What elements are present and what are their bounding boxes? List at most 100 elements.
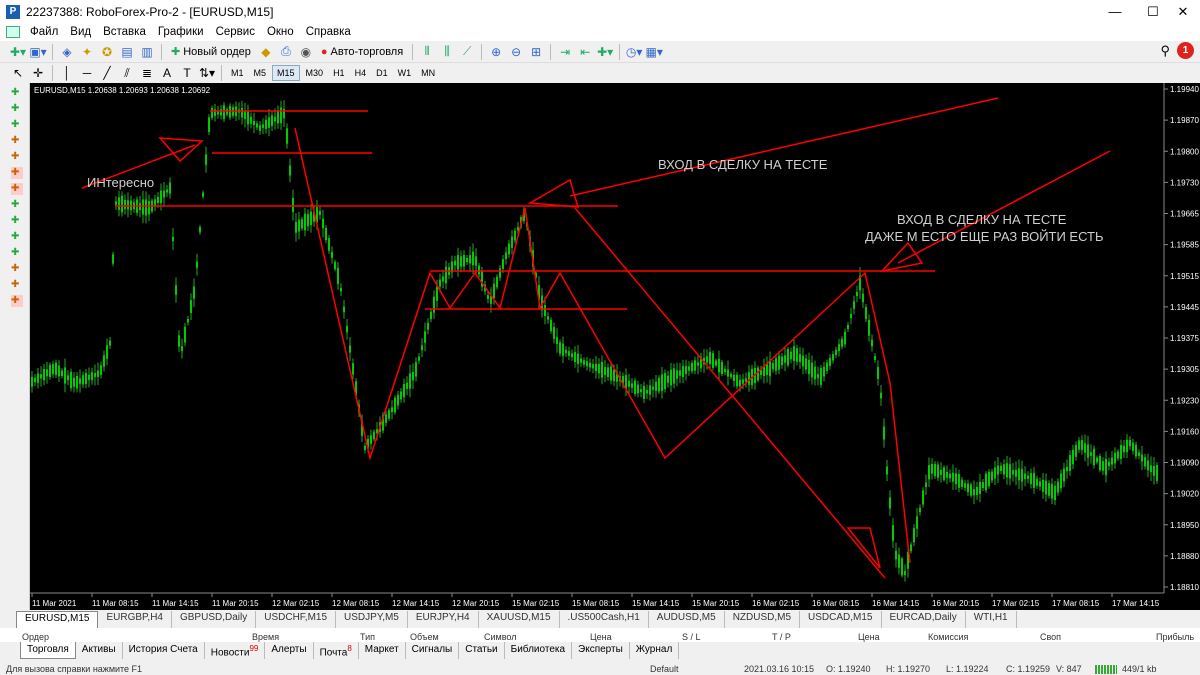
crosshair-icon[interactable]: ✛ [29,64,47,82]
profiles-icon[interactable]: ▣▾ [29,43,47,61]
column-commission[interactable]: Комиссия [928,632,968,642]
column-current-price[interactable]: Цена [858,632,880,642]
chart-tab[interactable]: EURUSD,M15 [16,611,99,628]
zoom-in-icon[interactable]: ⊕ [487,43,505,61]
tile-windows-icon[interactable]: ⊞ [527,43,545,61]
menu-help[interactable]: Справка [300,26,357,38]
plus-icon[interactable]: ✚ [11,247,23,259]
column-sl[interactable]: S / L [682,632,701,642]
meta-editor-icon[interactable]: ◆ [257,43,275,61]
chart-tab[interactable]: EURCAD,Daily [882,611,966,628]
terminal-tab[interactable]: Почта8 [314,642,359,659]
line-chart-icon[interactable]: ⟋ [458,43,476,61]
terminal-tab[interactable]: Торговля [20,642,76,659]
column-profit[interactable]: Прибыль [1156,632,1194,642]
chart-tab[interactable]: EURJPY,H4 [408,611,479,628]
timeframe-m1[interactable]: M1 [227,66,248,80]
trendline-icon[interactable]: ╱ [98,64,116,82]
terminal-tab[interactable]: Маркет [359,642,406,659]
timeframe-w1[interactable]: W1 [394,66,416,80]
column-order[interactable]: Ордер [22,632,49,642]
cursor-icon[interactable]: ↖ [9,64,27,82]
terminal-tab[interactable]: История Счета [123,642,205,659]
menu-window[interactable]: Окно [261,26,300,38]
timeframe-mn[interactable]: MN [417,66,439,80]
chart-canvas[interactable]: 1.19940 1.19870 1.19800 1.19730 1.19665 1.195… [30,83,1200,610]
chart-window-icon[interactable] [6,26,20,38]
chart-tab[interactable]: GBPUSD,Daily [172,611,257,628]
column-tp[interactable]: T / P [772,632,791,642]
chart-shift-icon[interactable]: ⇤ [576,43,594,61]
column-price[interactable]: Цена [590,632,612,642]
terminal-tab[interactable]: Журнал [630,642,680,659]
market-watch-icon[interactable]: ◈ [58,43,76,61]
plus-icon[interactable]: ✚ [11,167,23,179]
terminal-tab[interactable]: Статьи [459,642,505,659]
plus-icon[interactable]: ✚ [11,263,23,275]
notification-badge[interactable]: 1 [1177,42,1194,59]
timeframe-m15[interactable]: M15 [272,65,300,81]
plus-icon[interactable]: ✚ [11,215,23,227]
candles-icon[interactable]: ⫼ [438,43,456,61]
text-label-icon[interactable]: T [178,64,196,82]
chart-tab[interactable]: AUDUSD,M5 [649,611,725,628]
terminal-tab[interactable]: Библиотека [505,642,573,659]
chart-tab[interactable]: NZDUSD,M5 [725,611,801,628]
menu-insert[interactable]: Вставка [97,26,152,38]
menu-charts[interactable]: Графики [152,26,210,38]
plus-icon[interactable]: ✚ [11,199,23,211]
column-type[interactable]: Тип [360,632,375,642]
tester-icon[interactable]: ▥ [138,43,156,61]
column-volume[interactable]: Объем [410,632,439,642]
column-symbol[interactable]: Символ [484,632,516,642]
arrows-icon[interactable]: ⇅▾ [198,64,216,82]
timeframe-d1[interactable]: D1 [372,66,392,80]
new-order-button[interactable]: ✚ Новый ордер [167,43,255,61]
vertical-line-icon[interactable]: │ [58,64,76,82]
timeframe-m5[interactable]: M5 [250,66,271,80]
periods-icon[interactable]: ◷▾ [625,43,643,61]
timeframe-m30[interactable]: M30 [302,66,328,80]
chart-tab[interactable]: USDCAD,M15 [800,611,882,628]
column-swap[interactable]: Своп [1040,632,1061,642]
plus-icon[interactable]: ✚ [11,151,23,163]
column-time[interactable]: Время [252,632,279,642]
plus-icon[interactable]: ✚ [11,295,23,307]
timeframe-h1[interactable]: H1 [329,66,349,80]
bar-chart-icon[interactable]: ⫴ [418,43,436,61]
terminal-tab[interactable]: Алерты [265,642,314,659]
menu-tools[interactable]: Сервис [210,26,261,38]
terminal-tab[interactable]: Эксперты [572,642,630,659]
autoscroll-icon[interactable]: ⇥ [556,43,574,61]
new-chart-icon[interactable]: ✚▾ [9,43,27,61]
navigator-icon[interactable]: ✪ [98,43,116,61]
data-window-icon[interactable]: ✦ [78,43,96,61]
chart-tab[interactable]: EURGBP,H4 [98,611,172,628]
text-icon[interactable]: A [158,64,176,82]
terminal-tab[interactable]: Сигналы [406,642,460,659]
menu-file[interactable]: Файл [24,26,64,38]
plus-icon[interactable]: ✚ [11,231,23,243]
plus-icon[interactable]: ✚ [11,119,23,131]
plus-icon[interactable]: ✚ [11,103,23,115]
chart-tab[interactable]: WTI,H1 [966,611,1017,628]
globe-icon[interactable]: ◉ [297,43,315,61]
plus-icon[interactable]: ✚ [11,279,23,291]
horizontal-line-icon[interactable]: ─ [78,64,96,82]
terminal-icon[interactable]: ▤ [118,43,136,61]
plus-icon[interactable]: ✚ [11,87,23,99]
zoom-out-icon[interactable]: ⊖ [507,43,525,61]
terminal-tab[interactable]: Новости99 [205,642,266,659]
print-icon[interactable]: ⎙ [277,43,295,61]
menu-view[interactable]: Вид [64,26,97,38]
chart-tab[interactable]: XAUUSD,M15 [479,611,560,628]
terminal-tab[interactable]: Активы [76,642,123,659]
close-button[interactable]: ✕ [1160,0,1200,23]
chart-tab[interactable]: USDJPY,M5 [336,611,408,628]
fibonacci-icon[interactable]: ≣ [138,64,156,82]
timeframe-h4[interactable]: H4 [351,66,371,80]
channel-icon[interactable]: ⫽ [118,64,136,82]
plus-icon[interactable]: ✚ [11,183,23,195]
chart-tab[interactable]: USDCHF,M15 [256,611,337,628]
indicators-icon[interactable]: ✚▾ [596,43,614,61]
